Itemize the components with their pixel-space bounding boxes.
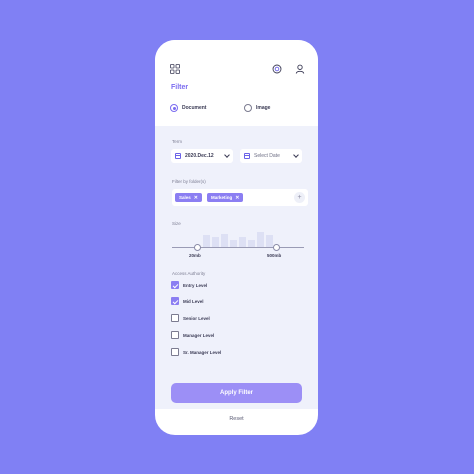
reset-link[interactable]: Reset (155, 416, 318, 422)
folder-tag-input[interactable]: Sales ✕ Marketing ✕ + (172, 189, 308, 206)
date-from-select[interactable]: 2020.Dec.12 (171, 149, 233, 163)
checkbox-mid-level[interactable]: Mid Level (171, 297, 204, 305)
term-label: Term (172, 139, 182, 144)
date-to-select[interactable]: Select Date (240, 149, 302, 163)
radio-document-label: Document (182, 105, 207, 111)
checkbox-label: Sr. Manager Level (183, 349, 222, 355)
date-to-placeholder: Select Date (254, 153, 280, 159)
checkbox-checked-icon (171, 297, 179, 305)
chevron-down-icon (293, 152, 299, 158)
size-label: Size (172, 221, 181, 226)
apply-filter-button[interactable]: Apply Filter (171, 383, 302, 403)
radio-document[interactable]: Document (170, 104, 206, 112)
close-icon[interactable]: ✕ (235, 195, 239, 201)
folders-label: Filter by folder(s) (172, 179, 206, 184)
slider-min-handle[interactable] (194, 244, 201, 251)
checkbox-label: Mid Level (183, 298, 204, 304)
user-icon[interactable] (295, 64, 305, 74)
calendar-icon (244, 153, 250, 159)
checkbox-label: Entry Level (183, 282, 208, 288)
checkbox-checked-icon (171, 281, 179, 289)
add-folder-button[interactable]: + (294, 192, 305, 203)
slider-max-handle[interactable] (273, 244, 280, 251)
header: Filter Document Image (155, 40, 318, 128)
radio-image-label: Image (256, 105, 271, 111)
checkbox-label: Senior Level (183, 315, 210, 321)
access-label: Access Authority (172, 271, 206, 276)
size-min-label: 20mb (189, 253, 201, 258)
phone-screen: Filter Document Image Term 2020.Dec.12 S… (155, 40, 318, 435)
radio-unselected-icon (244, 104, 252, 112)
size-slider-track[interactable] (172, 247, 304, 248)
page-title: Filter (171, 84, 189, 91)
scan-icon[interactable] (272, 64, 282, 74)
checkbox-manager-level[interactable]: Manager Level (171, 331, 214, 339)
checkbox-label: Manager Level (183, 332, 215, 338)
checkbox-sr-manager-level[interactable]: Sr. Manager Level (171, 348, 221, 356)
size-max-label: 500mb (267, 253, 282, 258)
date-from-value: 2020.Dec.12 (185, 153, 214, 159)
calendar-icon (175, 153, 181, 159)
checkbox-senior-level[interactable]: Senior Level (171, 314, 210, 322)
checkbox-empty-icon (171, 348, 179, 356)
checkbox-entry-level[interactable]: Entry Level (171, 281, 207, 289)
checkbox-empty-icon (171, 314, 179, 322)
radio-selected-icon (170, 104, 178, 112)
chevron-down-icon (224, 152, 230, 158)
grid-icon[interactable] (170, 64, 180, 74)
chip-sales[interactable]: Sales ✕ (175, 193, 202, 202)
close-icon[interactable]: ✕ (194, 195, 198, 201)
chip-label: Sales (179, 195, 191, 200)
filter-panel (155, 126, 318, 409)
radio-image[interactable]: Image (244, 104, 270, 112)
chip-marketing[interactable]: Marketing ✕ (207, 193, 244, 202)
checkbox-empty-icon (171, 331, 179, 339)
chip-label: Marketing (211, 195, 233, 200)
